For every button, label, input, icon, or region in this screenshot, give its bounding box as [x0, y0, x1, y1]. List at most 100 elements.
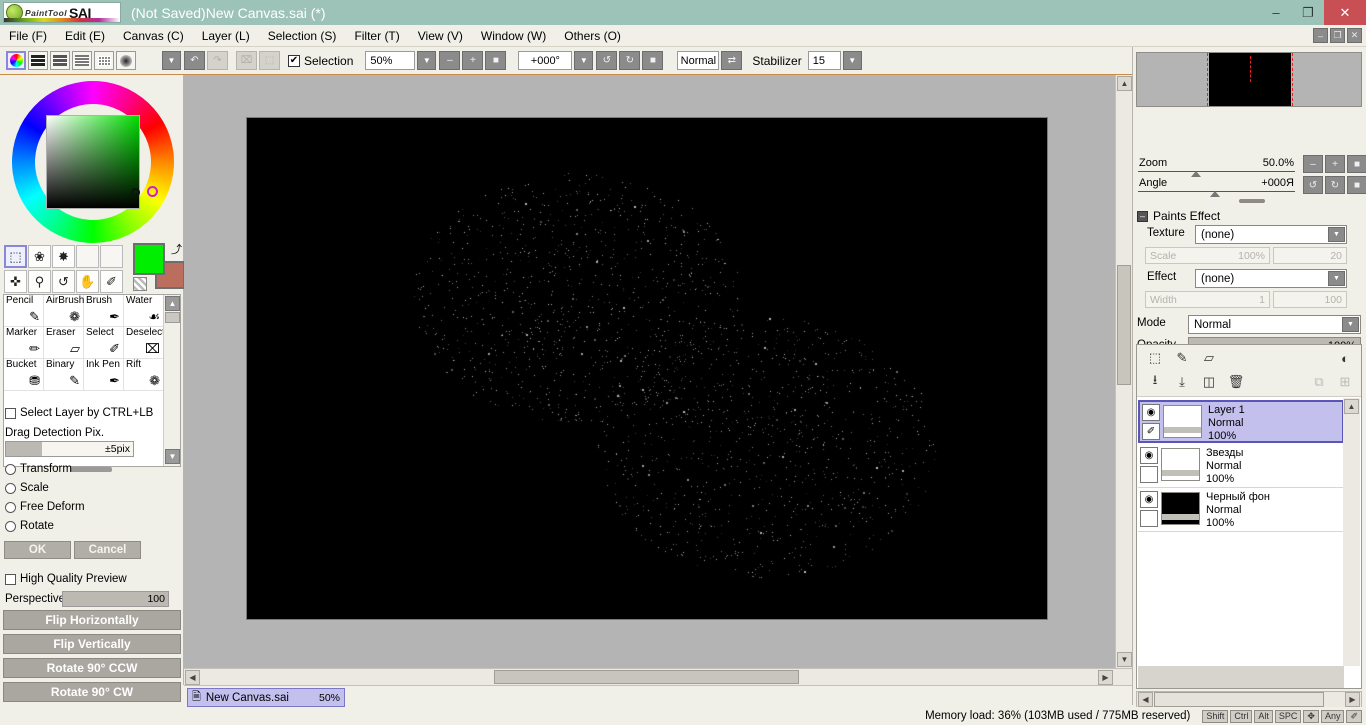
transform-radio-row[interactable]: Transform — [5, 463, 72, 475]
saturation-marker[interactable] — [131, 188, 140, 197]
canvas-horizontal-scrollbar[interactable]: ◀ ▶ — [184, 668, 1132, 685]
brush-brush[interactable]: Brush ✒ — [84, 295, 124, 327]
menu-item-selection[interactable]: Selection (S) — [259, 29, 346, 43]
swatch-grid-icon[interactable] — [94, 51, 114, 70]
navigator-zoom-reset-button[interactable]: ■ — [1347, 155, 1366, 173]
navigator-rotate-cw-button[interactable]: ↻ — [1325, 176, 1345, 194]
merge-down-icon[interactable]: ⭳ — [1145, 372, 1165, 392]
layer-lock-icon[interactable] — [1140, 466, 1158, 483]
canvas-scroll-right-button[interactable]: ▶ — [1098, 670, 1113, 685]
layer-visibility-icon[interactable]: ◉ — [1142, 404, 1160, 421]
zoom-icon[interactable]: ⚲ — [28, 270, 51, 293]
brush-pencil[interactable]: Pencil ✎ — [4, 295, 44, 327]
brush-airbrush[interactable]: AirBrush ❁ — [44, 295, 84, 327]
rotate-radio[interactable] — [5, 520, 16, 532]
menu-item-file[interactable]: File (F) — [0, 29, 56, 43]
rotate-reset-button[interactable]: ■ — [642, 51, 664, 70]
rotate-icon[interactable]: ↺ — [52, 270, 75, 293]
navigator-angle-thumb[interactable] — [1210, 191, 1220, 197]
brush-deselect[interactable]: Deselect ⌧ — [124, 327, 165, 359]
minimize-button[interactable]: – — [1260, 0, 1292, 25]
brush-water[interactable]: Water ☙ — [124, 295, 164, 327]
right-panel-hscrollbar[interactable]: ◀ ▶ — [1136, 691, 1362, 708]
layers-scrollbar[interactable]: ▲ — [1343, 398, 1360, 666]
new-folder-icon[interactable]: ▱ — [1199, 348, 1219, 368]
menu-item-layer[interactable]: Layer (L) — [193, 29, 259, 43]
navigator-zoom-in-button[interactable]: + — [1325, 155, 1345, 173]
drag-detection-slider[interactable]: ±5pix — [5, 441, 134, 457]
clear-layer-icon[interactable]: ◫ — [1199, 372, 1219, 392]
merge-visible-icon[interactable]: ⤓ — [1172, 372, 1192, 392]
menu-item-canvas[interactable]: Canvas (C) — [114, 29, 193, 43]
blend-mode-field[interactable]: Normal — [677, 51, 720, 70]
angle-dropdown-button[interactable]: ▼ — [574, 51, 594, 70]
menu-item-filter[interactable]: Filter (T) — [345, 29, 408, 43]
menu-item-others[interactable]: Others (O) — [555, 29, 630, 43]
navigator-zoom-out-button[interactable]: – — [1303, 155, 1323, 173]
hand-icon[interactable]: ✋ — [76, 270, 99, 293]
rotate-radio-row[interactable]: Rotate — [5, 520, 54, 532]
navigator-preview[interactable] — [1136, 52, 1362, 107]
selection-clear-button[interactable]: ⌧ — [236, 51, 257, 70]
rp-scroll-right-button[interactable]: ▶ — [1345, 692, 1360, 707]
perspective-slider[interactable]: 100 — [62, 591, 169, 607]
rotate-cw-button[interactable]: ↻ — [619, 51, 641, 70]
layers-empty-space[interactable] — [1138, 533, 1344, 666]
rgb-sliders-icon[interactable] — [28, 51, 48, 70]
layer-mask-icon[interactable]: ◐ — [1335, 348, 1355, 368]
color-list-icon[interactable] — [72, 51, 92, 70]
document-tab[interactable]: 🗎 New Canvas.sai 50% — [187, 688, 345, 707]
close-button[interactable]: ✕ — [1324, 0, 1366, 25]
layer-thumbnail[interactable] — [1163, 405, 1202, 438]
redo-button[interactable]: ↷ — [207, 51, 228, 70]
texture-combo[interactable]: (none) ▼ — [1195, 225, 1347, 244]
brush-select[interactable]: Select ✐ — [84, 327, 124, 359]
canvas[interactable] — [247, 118, 1047, 619]
selection-checkbox-wrap[interactable]: ✔ Selection — [288, 54, 353, 68]
stabilizer-dropdown-button[interactable]: ▼ — [842, 51, 862, 70]
effect-chevron-down-icon[interactable]: ▼ — [1328, 271, 1345, 286]
flip-toggle-button[interactable]: ⇄ — [721, 51, 743, 70]
panel-splitter-handle[interactable] — [70, 467, 112, 472]
canvas-area[interactable]: ▲ ▼ ◀ ▶ — [184, 75, 1132, 685]
layer-row-layer1[interactable]: ◉ ✐ Layer 1 Normal 100% — [1138, 400, 1344, 443]
navigator-zoom-track[interactable] — [1138, 171, 1295, 172]
tool-slot-empty-2[interactable] — [100, 245, 123, 268]
brush-eraser[interactable]: Eraser ▱ — [44, 327, 84, 359]
doc-close-button[interactable]: ✕ — [1347, 28, 1362, 43]
canvas-scroll-left-button[interactable]: ◀ — [185, 670, 200, 685]
layer-mode-combo[interactable]: Normal ▼ — [1188, 315, 1361, 334]
brush-scroll-down-button[interactable]: ▼ — [165, 449, 180, 464]
zoom-dropdown-button[interactable]: ▼ — [417, 51, 437, 70]
layer-visibility-icon[interactable]: ◉ — [1140, 491, 1158, 508]
hue-marker[interactable] — [147, 186, 158, 197]
foreground-color-swatch[interactable] — [133, 243, 165, 275]
selection-checkbox[interactable]: ✔ — [288, 54, 300, 67]
canvas-vertical-scrollbar[interactable]: ▲ ▼ — [1115, 75, 1132, 668]
scale-radio[interactable] — [5, 482, 16, 494]
brush-list-scrollbar[interactable]: ▲ ▼ — [163, 295, 180, 466]
new-linework-layer-icon[interactable]: ✎ — [1172, 348, 1192, 368]
zoom-out-button[interactable]: – — [439, 51, 461, 70]
brush-ink-pen[interactable]: Ink Pen ✒ — [84, 359, 124, 391]
rotate-90-cw-button[interactable]: Rotate 90° CW — [3, 682, 181, 702]
doc-restore-button[interactable]: ❐ — [1330, 28, 1345, 43]
rp-hscroll-thumb[interactable] — [1154, 692, 1324, 707]
select-layer-ctrl-row[interactable]: Select Layer by CTRL+LB — [5, 407, 153, 419]
hsv-sliders-icon[interactable] — [50, 51, 70, 70]
color-wheel-icon[interactable] — [6, 51, 26, 70]
zoom-in-button[interactable]: + — [462, 51, 484, 70]
brush-scroll-thumb[interactable] — [165, 312, 180, 323]
rotate-ccw-button[interactable]: ↺ — [596, 51, 618, 70]
zoom-value-field[interactable]: 50% — [365, 51, 416, 70]
copy-layer-icon[interactable]: ⧉ — [1309, 372, 1329, 392]
selection-invert-button[interactable]: ⬚ — [259, 51, 280, 70]
canvas-scroll-down-button[interactable]: ▼ — [1117, 652, 1132, 667]
layer-visibility-icon[interactable]: ◉ — [1140, 447, 1158, 464]
lasso-select-icon[interactable]: ❀ — [28, 245, 51, 268]
hq-preview-row[interactable]: High Quality Preview — [5, 573, 127, 585]
right-panel-splitter-handle[interactable] — [1239, 199, 1265, 203]
angle-value-field[interactable]: +000° — [518, 51, 573, 70]
layer-lock-icon[interactable] — [1140, 510, 1158, 527]
scale-radio-row[interactable]: Scale — [5, 482, 49, 494]
